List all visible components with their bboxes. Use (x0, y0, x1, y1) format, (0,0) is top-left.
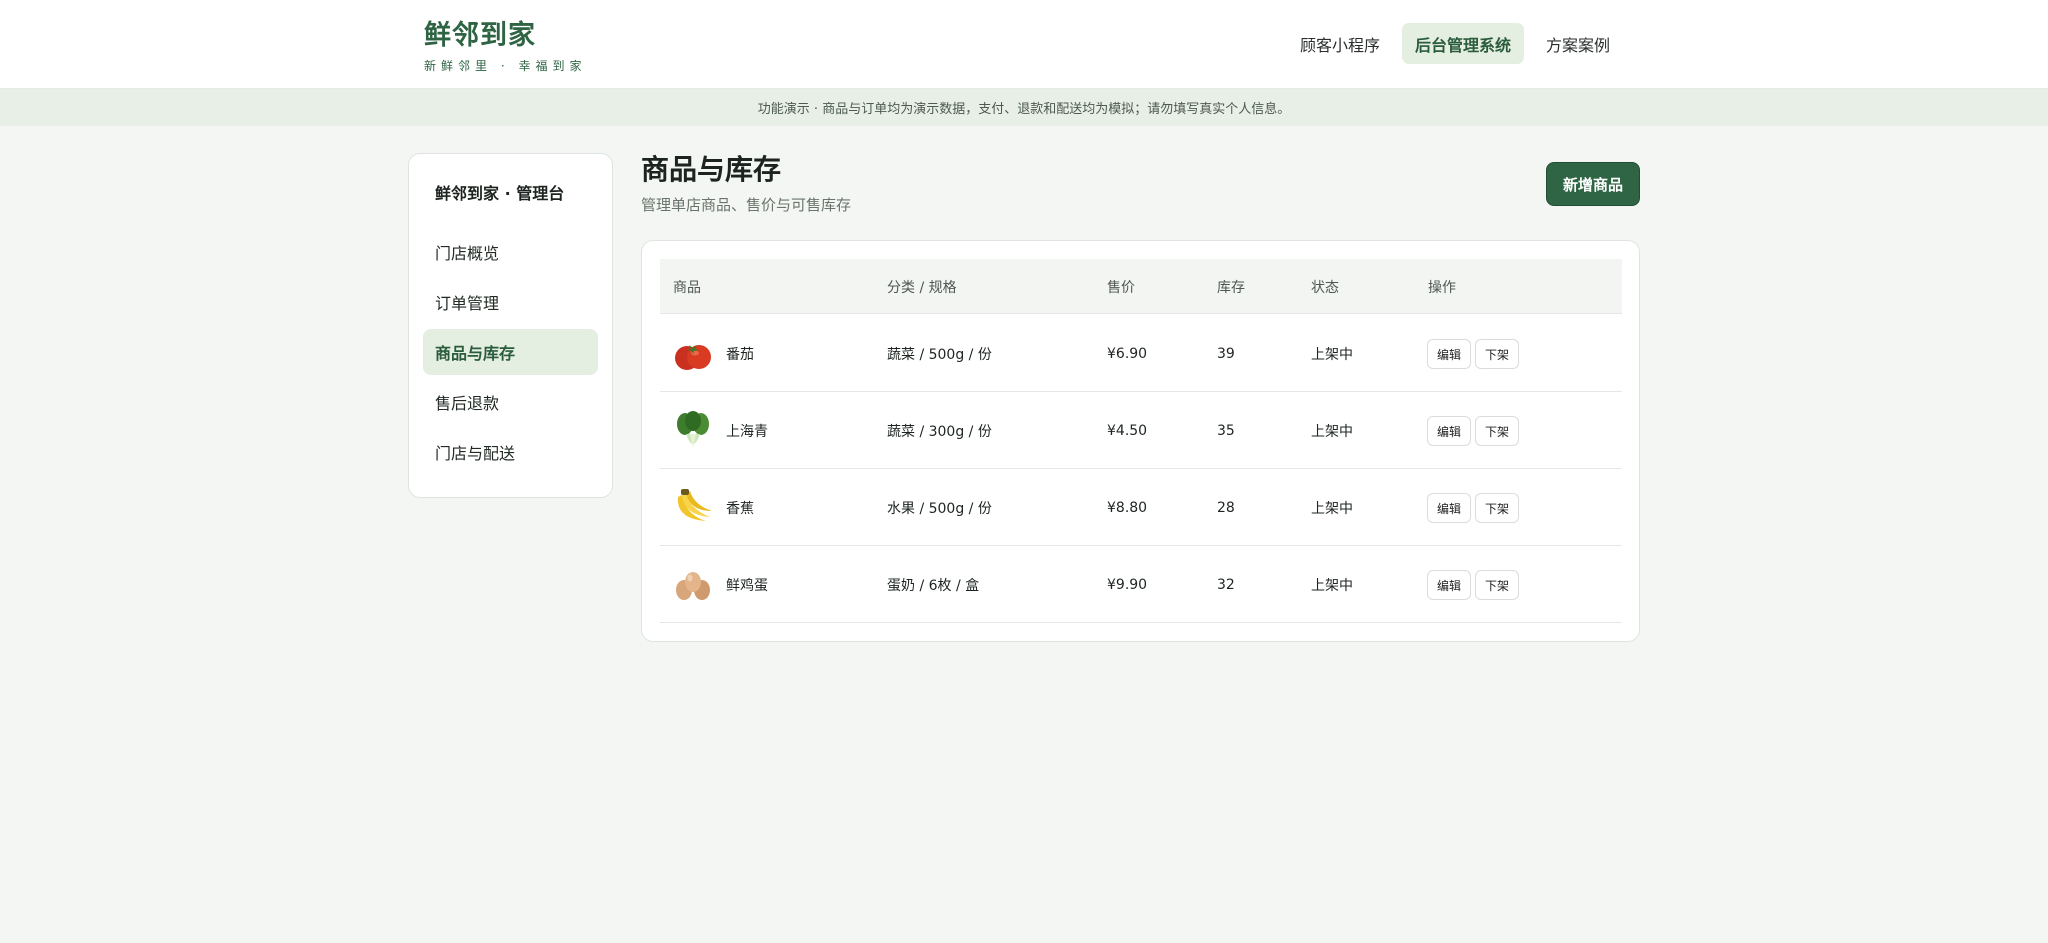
take-offline-button[interactable]: 下架 (1475, 416, 1519, 446)
column-header-product: 商品 (673, 279, 701, 296)
nav-admin-system[interactable]: 后台管理系统 (1402, 23, 1524, 64)
product-name: 上海青 (726, 423, 768, 440)
edit-button[interactable]: 编辑 (1427, 339, 1471, 369)
sidebar-item-orders[interactable]: 订单管理 (423, 279, 598, 325)
product-spec: 蛋奶 / 6枚 / 盒 (887, 577, 980, 594)
product-name: 香蕉 (726, 500, 754, 517)
product-stock: 35 (1217, 422, 1235, 439)
take-offline-button[interactable]: 下架 (1475, 339, 1519, 369)
nav-customer-miniprogram[interactable]: 顾客小程序 (1292, 23, 1388, 64)
product-spec: 蔬菜 / 300g / 份 (887, 423, 992, 440)
bok-choy-icon (677, 411, 709, 448)
column-header-stock: 库存 (1217, 279, 1245, 296)
edit-button[interactable]: 编辑 (1427, 570, 1471, 600)
demo-notice-banner: 功能演示 · 商品与订单均为演示数据，支付、退款和配送均为模拟；请勿填写真实个人… (0, 89, 2048, 126)
table-header: 商品 分类 / 规格 售价 库存 状态 操作 (660, 259, 1622, 314)
banana-icon (677, 489, 712, 521)
page-title: 商品与库存 (641, 153, 782, 186)
column-header-price: 售价 (1107, 279, 1135, 296)
product-status: 上架中 (1311, 577, 1353, 594)
product-spec: 水果 / 500g / 份 (887, 500, 992, 517)
sidebar-item-products-inventory[interactable]: 商品与库存 (423, 329, 598, 375)
table-row: 鲜鸡蛋 蛋奶 / 6枚 / 盒 ¥9.90 32 上架中 编辑 下架 (660, 546, 1622, 623)
column-header-status: 状态 (1311, 279, 1339, 296)
product-name: 鲜鸡蛋 (726, 577, 768, 594)
column-header-actions: 操作 (1428, 279, 1456, 296)
sidebar: 鲜邻到家 · 管理台 门店概览 订单管理 商品与库存 售后退款 门店与配送 (408, 153, 613, 498)
page-subtitle: 管理单店商品、售价与可售库存 (641, 196, 852, 214)
product-spec: 蔬菜 / 500g / 份 (887, 346, 992, 363)
product-status: 上架中 (1311, 423, 1353, 440)
edit-button[interactable]: 编辑 (1427, 493, 1471, 523)
product-price: ¥6.90 (1107, 345, 1148, 362)
column-header-category-spec: 分类 / 规格 (887, 279, 957, 296)
tomato-icon (675, 345, 711, 370)
take-offline-button[interactable]: 下架 (1475, 493, 1519, 523)
product-status: 上架中 (1311, 500, 1353, 517)
edit-button[interactable]: 编辑 (1427, 416, 1471, 446)
product-name: 番茄 (726, 346, 754, 363)
products-table-card: 商品 分类 / 规格 售价 库存 状态 操作 番茄 蔬菜 / 500g / 份 … (641, 240, 1640, 642)
top-nav: 顾客小程序 后台管理系统 方案案例 (0, 23, 2048, 64)
eggs-icon (676, 572, 710, 600)
add-product-button[interactable]: 新增商品 (1546, 162, 1640, 206)
table-row: 番茄 蔬菜 / 500g / 份 ¥6.90 39 上架中 编辑 下架 (660, 315, 1622, 392)
product-stock: 39 (1217, 345, 1235, 362)
sidebar-item-store-overview[interactable]: 门店概览 (423, 229, 598, 275)
sidebar-item-refunds[interactable]: 售后退款 (423, 379, 598, 425)
nav-case-studies[interactable]: 方案案例 (1538, 23, 1618, 64)
product-price: ¥4.50 (1107, 422, 1148, 439)
product-status: 上架中 (1311, 346, 1353, 363)
table-row: 香蕉 水果 / 500g / 份 ¥8.80 28 上架中 编辑 下架 (660, 469, 1622, 546)
sidebar-title: 鲜邻到家 · 管理台 (435, 184, 565, 203)
product-stock: 32 (1217, 576, 1235, 593)
product-stock: 28 (1217, 499, 1235, 516)
product-price: ¥8.80 (1107, 499, 1148, 516)
sidebar-item-store-delivery[interactable]: 门店与配送 (423, 429, 598, 475)
top-bar: 鲜邻到家 新鲜邻里 · 幸福到家 顾客小程序 后台管理系统 方案案例 (0, 0, 2048, 89)
product-price: ¥9.90 (1107, 576, 1148, 593)
take-offline-button[interactable]: 下架 (1475, 570, 1519, 600)
table-row: 上海青 蔬菜 / 300g / 份 ¥4.50 35 上架中 编辑 下架 (660, 392, 1622, 469)
